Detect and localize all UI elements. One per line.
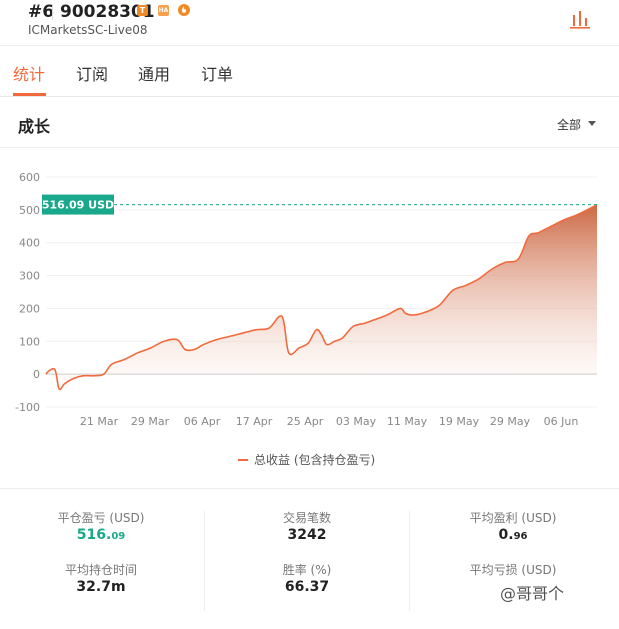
tab-general[interactable]: 通用 [138, 61, 170, 85]
growth-chart: 516.09 USD -100 0 100 200 300 400 500 600 21 Mar… [15, 171, 598, 428]
current-value-label: 516.09 USD [42, 199, 114, 212]
x-tick-label: 29 Mar [131, 415, 170, 428]
y-tick-label: 500 [19, 204, 40, 217]
avg-profit-value: 0.96 [498, 527, 528, 543]
x-tick-label: 17 Apr [236, 415, 273, 428]
rank-label: #6 [28, 2, 55, 22]
y-tick-label: 300 [19, 270, 40, 283]
winrate-label: 胜率 (%) [282, 563, 332, 577]
y-tick-label: 400 [19, 237, 40, 250]
legend-swatch [238, 459, 248, 461]
trades-value: 3242 [287, 527, 327, 543]
closed-pl-label: 平仓盈亏 (USD) [57, 511, 145, 525]
tab-orders[interactable]: 订单 [201, 61, 233, 85]
section-title: 成长 [18, 117, 51, 136]
y-tick-label: 200 [19, 302, 40, 315]
tab-statistics[interactable]: 统计 [13, 61, 45, 85]
legend-label: 总收益 (包含持仓盈亏) [254, 453, 376, 467]
x-tick-label: 25 Apr [287, 415, 324, 428]
x-tick-label: 29 May [490, 415, 531, 428]
tab-bar: 统计 订阅 通用 订单 [0, 47, 619, 97]
x-tick-label: 11 May [387, 415, 428, 428]
tab-subscribe[interactable]: 订阅 [76, 61, 108, 85]
growth-section-header: 成长 全部 [0, 98, 619, 148]
fire-badge-icon [178, 4, 190, 16]
header-divider [52, 6, 53, 20]
avg-loss-label: 平均亏损 (USD) [469, 563, 557, 577]
ha-badge-icon: HA [158, 5, 169, 16]
server-name: ICMarketsSC-Live08 [28, 23, 148, 37]
y-tick-label: 100 [19, 335, 40, 348]
x-tick-label: 03 May [336, 415, 377, 428]
closed-pl-value: 516.09 [76, 527, 126, 543]
active-tab-indicator [13, 93, 46, 96]
trades-label: 交易笔数 [282, 511, 331, 525]
series-area [46, 204, 597, 390]
bar-chart-icon[interactable] [568, 8, 592, 30]
account-header: #6 90028301 T HA ICMarketsSC-Live08 [0, 0, 619, 46]
caret-down-icon [588, 121, 596, 126]
stats-divider-2 [409, 511, 410, 611]
winrate-value: 66.37 [284, 579, 330, 595]
t-badge-icon: T [137, 5, 148, 16]
watermark: @哥哥个 [500, 584, 565, 603]
stats-panel: 平仓盈亏 (USD) 516.09 交易笔数 3242 平均盈利 (USD) 0… [0, 488, 619, 629]
avg-profit-label: 平均盈利 (USD) [469, 511, 557, 525]
stats-divider-1 [204, 511, 205, 611]
x-tick-label: 19 May [439, 415, 480, 428]
y-tick-label: -100 [15, 401, 40, 414]
avg-hold-label: 平均持仓时间 [64, 563, 137, 577]
x-tick-label: 06 Apr [184, 415, 221, 428]
y-tick-label: 600 [19, 171, 40, 184]
avg-hold-value: 32.7m [76, 579, 126, 595]
x-tick-label: 21 Mar [80, 415, 119, 428]
y-tick-label: 0 [33, 368, 40, 381]
x-tick-label: 06 Jun [544, 415, 579, 428]
range-filter-dropdown[interactable]: 全部 [557, 116, 581, 133]
